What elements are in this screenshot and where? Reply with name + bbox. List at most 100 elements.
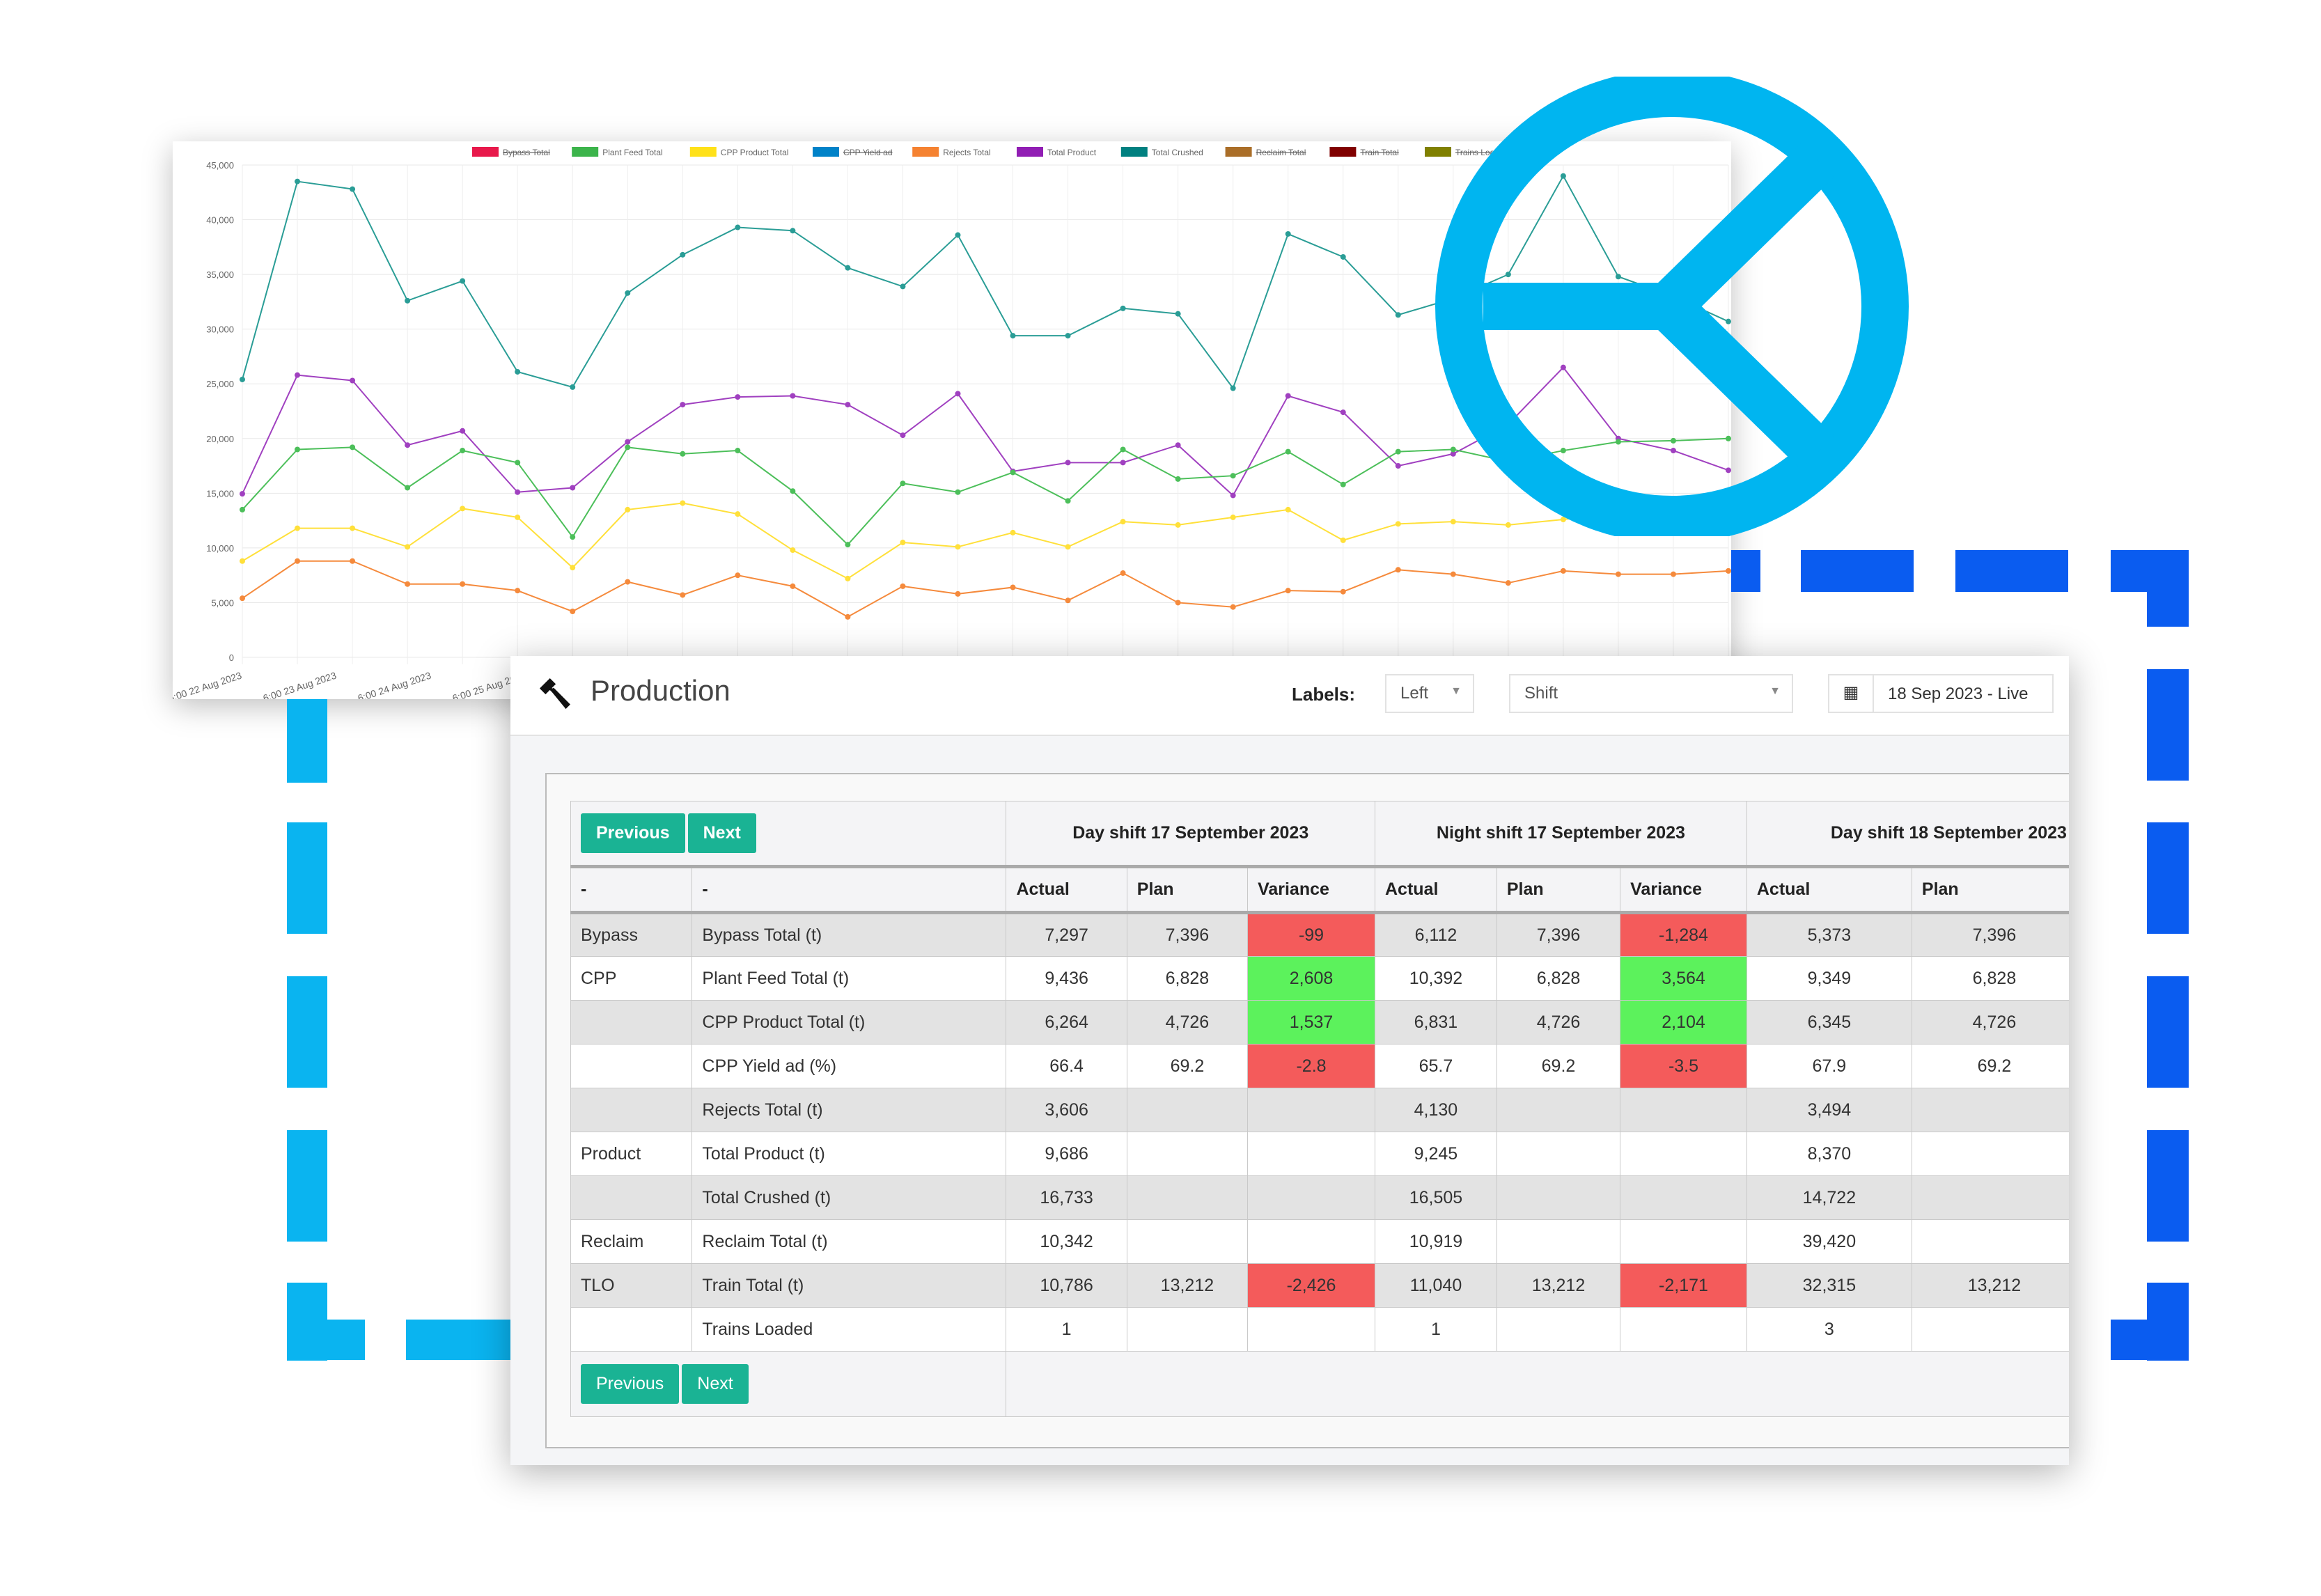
legend-swatch[interactable] [1225,147,1252,157]
legend-swatch[interactable] [1017,147,1043,157]
data-point [900,540,906,546]
data-point [1395,567,1401,573]
legend-swatch[interactable] [1329,147,1357,157]
frame-dash [1731,550,1760,592]
legend-swatch[interactable] [1120,147,1148,157]
frame-dash [406,1320,510,1360]
labels-label: Labels: [1292,684,1356,705]
data-point [625,290,631,296]
gavel-icon [539,678,570,710]
labels-select[interactable]: Left ▼ [1385,674,1474,713]
table-cell [1496,1088,1621,1132]
table-cell: -99 [1247,912,1375,957]
data-point [845,402,851,408]
data-point [1505,580,1511,586]
table-cell: 3,564 [1620,956,1747,1001]
data-point [1065,333,1071,339]
frame-dash [1801,550,1914,592]
table-cell [1496,1219,1621,1264]
table-row: Total Crushed (t) 16,733 16,505 14,722 [570,1175,2069,1220]
table-cell: 7,396 [1496,912,1621,957]
table-cell: 13,212 [1496,1263,1621,1308]
data-point [790,228,796,234]
table-cell [1126,1132,1249,1176]
date-picker[interactable]: ▦ 18 Sep 2023 - Live [1828,674,2054,713]
data-point [460,448,466,454]
legend-label[interactable]: Train Total [1360,148,1398,157]
data-point [1230,492,1236,499]
data-point [1340,409,1346,416]
legend-label[interactable]: Reclaim Total [1256,148,1306,157]
legend-label[interactable]: CPP Product Total [721,148,789,157]
data-point [1395,448,1401,455]
legend-label[interactable]: Plant Feed Total [602,148,663,157]
production-table: Previous Next Day shift 17 September 2023… [570,801,2069,1417]
data-point [1230,604,1236,610]
table-cell: CPP Yield ad (%) [691,1044,1007,1088]
frame-dash [287,822,327,934]
y-tick-label: 5,000 [211,597,234,608]
table-cell [1620,1132,1747,1176]
table-cell [1911,1219,2069,1264]
legend-label[interactable]: Total Crushed [1152,148,1203,157]
data-point [460,278,466,284]
table-cell: 16,505 [1374,1175,1497,1220]
table-cell [570,1000,693,1045]
table-cell [1496,1307,1621,1352]
previous-button[interactable]: Previous [581,1364,680,1404]
next-button[interactable]: Next [682,1364,749,1404]
legend-swatch[interactable] [689,147,717,157]
previous-button[interactable]: Previous [581,813,685,853]
legend-swatch[interactable] [472,147,499,157]
data-point [955,489,961,495]
data-point [295,372,301,378]
data-point [1230,514,1236,520]
calendar-icon[interactable]: ▦ [1829,675,1874,712]
frame-dash [287,1130,327,1242]
data-point [625,579,631,585]
data-point [405,485,411,491]
table-cell: 13,212 [1126,1263,1249,1308]
table-cell: Reclaim [570,1219,693,1264]
column-header: - [570,866,693,914]
frame-dash [2147,1130,2189,1242]
data-point [845,575,851,581]
data-point [680,500,686,506]
table-row: CPP Yield ad (%) 66.4 69.2 -2.8 65.7 69.2 -3.5… [570,1044,2069,1088]
data-point [405,544,411,550]
frame-dash [2147,976,2189,1088]
column-header: Plan [1496,866,1621,914]
period-select[interactable]: Shift ▼ [1509,674,1793,713]
data-point [570,485,576,491]
data-point [1560,568,1566,574]
legend-label[interactable]: CPP Yield ad [843,148,893,157]
table-cell: 6,828 [1496,956,1621,1001]
data-point [845,542,851,548]
legend-label[interactable]: Bypass Total [503,148,550,157]
frame-dash [2147,822,2189,934]
data-point [900,480,906,487]
table-cell: Bypass [570,912,693,957]
legend-swatch[interactable] [813,147,839,157]
table-row: Product Total Product (t) 9,686 9,245 8,370 [570,1132,2069,1176]
data-point [240,491,245,497]
table-cell: 6,345 [1746,1000,1912,1045]
table-cell: 6,831 [1374,1000,1497,1045]
legend-swatch[interactable] [912,147,939,157]
table-cell: 10,786 [1006,1263,1127,1308]
data-point [350,444,356,451]
data-point [1120,570,1126,577]
x-tick-label: 6:00 24 Aug 2023 [357,670,433,699]
table-cell: 69.2 [1126,1044,1249,1088]
legend-swatch[interactable] [572,147,599,157]
legend-label[interactable]: Rejects Total [943,148,990,157]
table-cell [1126,1175,1249,1220]
data-point [350,558,356,564]
table-cell: 66.4 [1006,1044,1127,1088]
data-point [405,442,411,448]
data-point [1340,588,1346,595]
next-button[interactable]: Next [687,813,756,853]
legend-label[interactable]: Total Product [1047,148,1097,157]
column-header: - [691,866,1007,914]
table-cell: 14,722 [1746,1175,1912,1220]
